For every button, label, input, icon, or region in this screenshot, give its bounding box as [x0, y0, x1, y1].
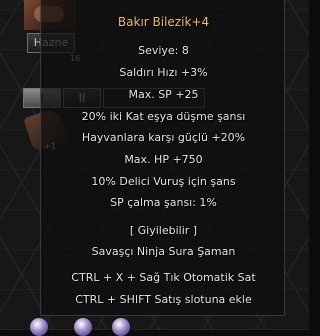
class-list: Savaşçı Ninja Sura Şaman: [91, 245, 236, 258]
sell-hint: CTRL + X + Sağ Tık Otomatik Sat: [71, 271, 256, 284]
bonus-line: SP çalma şansı: 1%: [110, 196, 217, 209]
item-title: Bakır Bilezik+4: [117, 15, 210, 29]
bonus-line: Hayvanlara karşı güçlü +20%: [81, 131, 246, 144]
attack-speed: Saldırı Hızı +3%: [119, 66, 208, 79]
bonus-line: Max. HP +750: [124, 153, 203, 166]
orb-icon[interactable]: [30, 318, 48, 336]
bonus-line: 20% iki Kat eşya düşme şansı: [81, 110, 246, 123]
item-tooltip: Bakır Bilezik+4 Seviye: 8 Saldırı Hızı +…: [40, 0, 285, 316]
slot-hint: CTRL + SHIFT Satış slotuna ekle: [75, 293, 252, 306]
orb-icon[interactable]: [112, 318, 130, 336]
orb-icon[interactable]: [74, 318, 92, 336]
wearable-label: [ Giyilebilir ]: [129, 224, 198, 237]
item-level: Seviye: 8: [138, 44, 189, 57]
bonus-line: 10% Delici Vuruş için şans: [91, 175, 236, 188]
max-sp: Max. SP +25: [128, 88, 199, 101]
